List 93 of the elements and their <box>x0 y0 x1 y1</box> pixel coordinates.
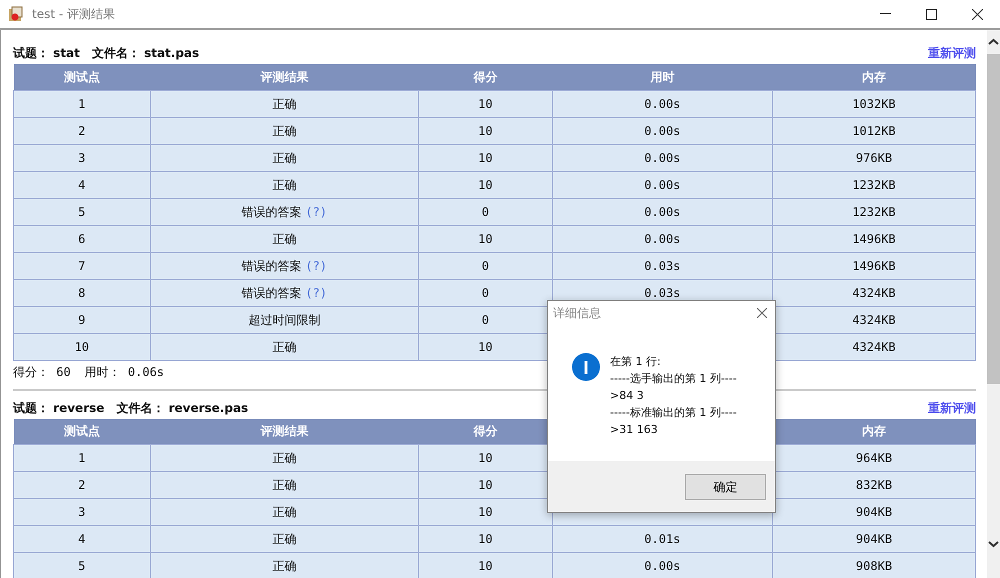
table-cell: 10 <box>418 498 552 526</box>
info-icon <box>572 353 600 381</box>
ok-button[interactable]: 确定 <box>685 474 766 500</box>
table-cell: 2 <box>14 472 150 498</box>
scroll-up-icon[interactable] <box>988 38 999 46</box>
help-link[interactable]: (?) <box>305 204 328 218</box>
maximize-icon[interactable] <box>926 8 936 20</box>
table-cell: 5 <box>14 198 150 225</box>
table-cell: 正确 <box>150 444 418 472</box>
table-cell: 10 <box>418 526 552 552</box>
table-cell: 10 <box>14 333 150 360</box>
table-cell: 正确 <box>150 144 418 171</box>
table-cell: 1232KB <box>772 198 976 225</box>
column-header: 测试点 <box>14 64 150 90</box>
table-cell: 0.03s <box>552 252 772 279</box>
table-cell: 3 <box>14 144 150 171</box>
column-header: 评测结果 <box>150 64 418 90</box>
table-cell: 正确 <box>150 498 418 526</box>
table-cell: 1232KB <box>772 171 976 198</box>
table-cell: 908KB <box>772 552 976 578</box>
table-cell: 10 <box>418 225 552 252</box>
table-cell: 正确 <box>150 90 418 117</box>
result-text: 错误的答案 <box>242 204 302 218</box>
help-link[interactable]: (?) <box>305 286 328 300</box>
table-cell: 8 <box>14 279 150 306</box>
app-icon <box>8 6 24 22</box>
table-cell: 1496KB <box>772 252 976 279</box>
dialog-title: 详细信息 <box>553 305 601 322</box>
table-cell: 0.00s <box>552 144 772 171</box>
summary-text: 得分： 60 <box>13 364 71 380</box>
result-text: 错误的答案 <box>242 258 302 272</box>
table-cell: 0 <box>418 252 552 279</box>
table-cell: 超过时间限制 <box>150 306 418 333</box>
table-cell: 0 <box>418 279 552 306</box>
file-label: 文件名： stat.pas <box>92 45 200 62</box>
table-cell: 10 <box>418 117 552 144</box>
table-cell: 0.00s <box>552 552 772 578</box>
file-label: 文件名： reverse.pas <box>116 400 248 416</box>
table-cell: 正确 <box>150 552 418 578</box>
table-cell: 0.00s <box>552 90 772 117</box>
table-cell: 4 <box>14 171 150 198</box>
table-cell: 正确 <box>150 472 418 498</box>
scroll-down-icon[interactable] <box>988 540 999 548</box>
table-cell: 4 <box>14 526 150 552</box>
table-cell: 904KB <box>772 526 976 552</box>
table-cell: 0.00s <box>552 117 772 144</box>
rejudge-link[interactable]: 重新评测 <box>928 44 976 62</box>
result-text: 错误的答案 <box>242 286 302 300</box>
close-icon[interactable] <box>757 308 767 318</box>
column-header: 评测结果 <box>150 418 418 444</box>
table-cell: 1012KB <box>772 117 976 144</box>
column-header: 用时 <box>552 64 772 90</box>
column-header: 得分 <box>418 64 552 90</box>
table-cell: 0.00s <box>552 171 772 198</box>
table-cell: 10 <box>418 171 552 198</box>
problem-label: 试题： stat <box>13 45 80 62</box>
scrollbar-thumb[interactable] <box>987 54 1000 384</box>
table-cell: 0 <box>418 198 552 225</box>
table-cell: 正确 <box>150 171 418 198</box>
table-cell: 5 <box>14 552 150 578</box>
table-cell: 10 <box>418 144 552 171</box>
column-header: 测试点 <box>14 418 150 444</box>
table-cell: 7 <box>14 252 150 279</box>
table-cell: 10 <box>418 552 552 578</box>
table-cell: 1 <box>14 90 150 117</box>
table-cell: 0.00s <box>552 225 772 252</box>
table-cell: 976KB <box>772 144 976 171</box>
table-cell: 1496KB <box>772 225 976 252</box>
table-cell: 4324KB <box>772 279 976 306</box>
table-cell: 904KB <box>772 498 976 526</box>
table-cell: 6 <box>14 225 150 252</box>
help-link[interactable]: (?) <box>305 258 328 272</box>
close-icon[interactable] <box>972 8 982 20</box>
minimize-icon[interactable] <box>880 13 890 15</box>
table-cell: 正确 <box>150 225 418 252</box>
window-title: test - 评测结果 <box>32 6 116 23</box>
table-cell: 0.00s <box>552 198 772 225</box>
table-cell: 正确 <box>150 526 418 552</box>
column-header: 内存 <box>772 64 976 90</box>
rejudge-link[interactable]: 重新评测 <box>928 398 976 416</box>
problem-label: 试题： reverse <box>13 400 104 416</box>
table-cell: 1 <box>14 444 150 472</box>
table-cell: 3 <box>14 498 150 526</box>
table-cell: 正确 <box>150 333 418 360</box>
summary-text: 用时： 0.06s <box>84 364 164 380</box>
table-cell: 10 <box>418 90 552 117</box>
table-cell: 0.01s <box>552 526 772 552</box>
table-cell: 9 <box>14 306 150 333</box>
table-cell: 1032KB <box>772 90 976 117</box>
scrollbar[interactable] <box>987 30 1000 578</box>
table-cell: 2 <box>14 117 150 144</box>
dialog-message: 在第 1 行: -----选手输出的第 1 列---- >84 3 -----标准输出的第 1 列---- >31 163 <box>610 354 737 438</box>
table-cell: 正确 <box>150 117 418 144</box>
